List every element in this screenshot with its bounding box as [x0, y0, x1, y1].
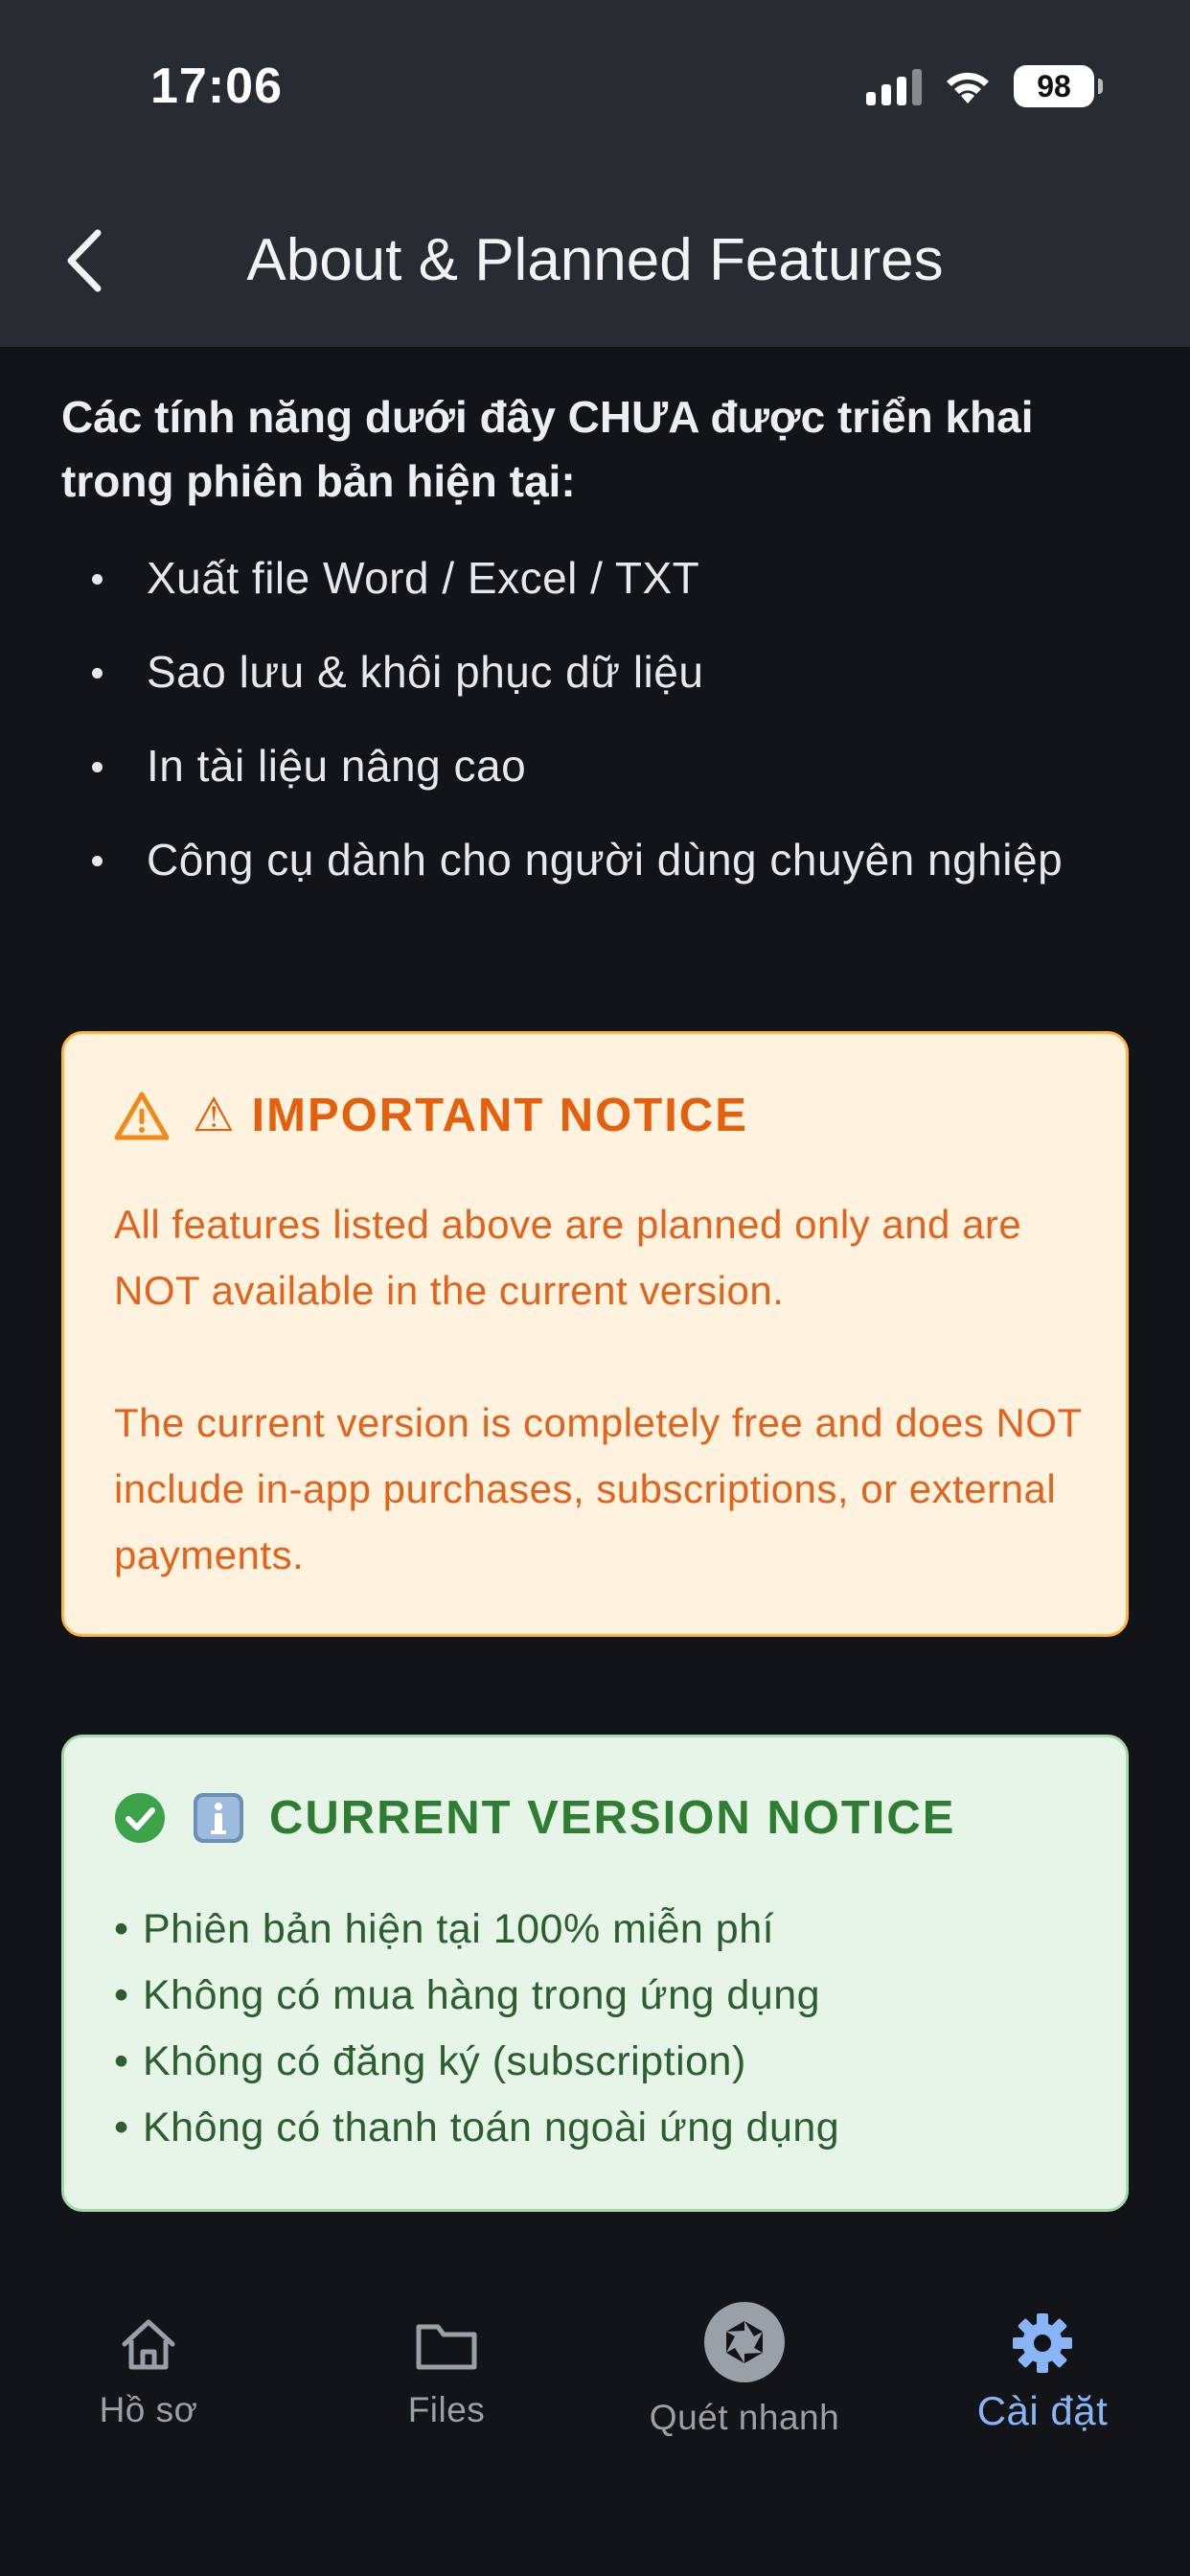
tab-profile[interactable]: Hồ sơ [34, 2300, 263, 2492]
list-item: Xuất file Word / Excel / TXT [61, 546, 1125, 610]
tab-label: Hồ sơ [99, 2390, 198, 2429]
top-bar: 17:06 98 About & Planned Features [0, 0, 1190, 347]
current-version-notice-title: CURRENT VERSION NOTICE [269, 1792, 956, 1844]
tab-files[interactable]: Files [332, 2300, 561, 2492]
cellular-signal-icon [866, 67, 922, 105]
important-notice-title: ⚠ IMPORTANT NOTICE [193, 1090, 748, 1141]
current-version-notice-list: • Phiên bản hiện tại 100% miễn phí • Không… [114, 1897, 1082, 2161]
current-version-notice-header: CURRENT VERSION NOTICE [114, 1791, 955, 1845]
list-item: • Phiên bản hiện tại 100% miễn phí [114, 1906, 775, 1952]
important-notice-paragraph: All features listed above are planned on… [114, 1202, 1022, 1313]
list-item: Sao lưu & khôi phục dữ liệu [61, 640, 1125, 704]
battery-icon: 98 [1014, 65, 1103, 107]
list-item: • Không có đăng ký (subscription) [114, 2038, 746, 2084]
camera-shutter-icon [704, 2302, 785, 2382]
tab-label: Cài đặt [976, 2388, 1109, 2433]
tab-label: Quét nhanh [649, 2398, 840, 2437]
gear-icon [1013, 2313, 1072, 2373]
tab-settings[interactable]: Cài đặt [927, 2300, 1157, 2492]
screen: 17:06 98 About & Planned Features Các tí… [0, 0, 1190, 2576]
check-circle-icon [115, 1793, 165, 1843]
planned-features-list: Xuất file Word / Excel / TXT Sao lưu & k… [61, 546, 1125, 922]
home-icon [122, 2319, 175, 2370]
list-item: In tài liệu nâng cao [61, 734, 1125, 798]
list-item: Công cụ dành cho người dùng chuyên nghiệ… [61, 828, 1125, 892]
page-title: About & Planned Features [246, 227, 944, 293]
warning-icon [114, 1092, 170, 1139]
tab-label: Files [407, 2390, 486, 2429]
intro-heading: Các tính năng dưới đây CHƯA được triển k… [61, 392, 1034, 506]
important-notice-body: All features listed above are planned on… [114, 1191, 1082, 1588]
battery-level: 98 [1037, 68, 1071, 104]
important-notice-paragraph: The current version is completely free a… [114, 1400, 1082, 1577]
list-item: • Không có mua hàng trong ứng dụng [114, 1972, 821, 2018]
current-version-notice-card: CURRENT VERSION NOTICE • Phiên bản hiện t… [61, 1735, 1129, 2212]
important-notice-header: ⚠ IMPORTANT NOTICE [114, 1088, 748, 1142]
status-icons: 98 [866, 63, 1103, 109]
tab-quick-scan[interactable]: Quét nhanh [629, 2300, 859, 2492]
list-item: • Không có thanh toán ngoài ứng dụng [114, 2104, 840, 2150]
bottom-tab-bar: Hồ sơ Files Quét nhanh Cài đặt [0, 2279, 1190, 2576]
folder-icon [416, 2324, 477, 2370]
info-icon [194, 1793, 243, 1843]
status-time: 17:06 [150, 58, 283, 114]
wifi-icon [947, 72, 989, 104]
important-notice-card: ⚠ IMPORTANT NOTICE All features listed a… [61, 1031, 1129, 1637]
